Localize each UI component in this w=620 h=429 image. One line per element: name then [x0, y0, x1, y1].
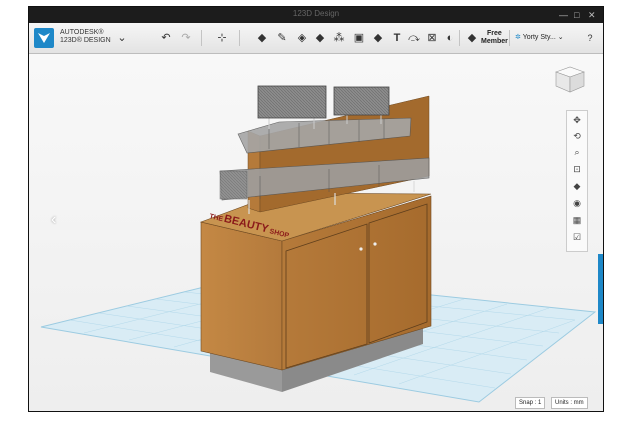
combine-icon[interactable]: ◆: [371, 31, 385, 45]
side-panel-tab[interactable]: [598, 254, 603, 324]
navigation-panel: ✥ ⟲ ⌕ ⊡ ◆ ◉ ▦ ☑: [566, 110, 588, 252]
chevron-down-icon[interactable]: ⌄: [115, 31, 129, 45]
app-logo-icon: [38, 33, 50, 43]
door-knob: [359, 247, 363, 251]
sketch-icon[interactable]: ✎: [275, 31, 289, 45]
scene-canvas[interactable]: THE BEAUTY SHOP: [29, 54, 603, 411]
material-icon[interactable]: ◐: [443, 31, 457, 45]
group-icon[interactable]: ▣: [352, 31, 366, 45]
brand-line2: 123D® DESIGN: [60, 37, 111, 44]
account-line2: Member: [481, 38, 508, 45]
mesh-panel-left[interactable]: [257, 85, 327, 119]
brand-line1: AUTODESK®: [60, 29, 104, 36]
view-mode-icon[interactable]: ◆: [567, 180, 587, 193]
material-view-icon[interactable]: ☑: [567, 231, 587, 244]
construct-icon[interactable]: ◈: [295, 31, 309, 45]
undo-icon[interactable]: ↶: [159, 31, 173, 45]
app-window: 123D Design — □ ✕ AUTODESK® 123D® DESIGN…: [28, 6, 604, 412]
chevron-down-icon: ⌄: [557, 34, 564, 41]
project-selector[interactable]: ✲ Yorty Sty... ⌄: [515, 31, 577, 45]
viewcube-icon[interactable]: [553, 64, 587, 94]
units-status[interactable]: Units : mm: [551, 397, 588, 409]
toolbar-separator: [201, 30, 202, 46]
pattern-icon[interactable]: ⁂: [332, 31, 346, 45]
3d-viewport[interactable]: THE BEAUTY SHOP ‹ ✥ ⟲ ⌕ ⊡ ◆ ◉ ▦ ☑ Snap:…: [29, 54, 603, 411]
mesh-panel-right[interactable]: [333, 86, 390, 116]
snap-status[interactable]: Snap : 1: [515, 397, 546, 409]
text-icon[interactable]: T: [390, 31, 404, 45]
app-menu-logo[interactable]: [34, 28, 54, 48]
title-bar: 123D Design — □ ✕: [29, 7, 603, 23]
orbit-icon[interactable]: ⟲: [567, 130, 587, 143]
help-button[interactable]: ?: [584, 31, 596, 45]
project-icon: ✲: [515, 34, 521, 41]
window-title: 123D Design: [292, 9, 340, 18]
visibility-icon[interactable]: ◉: [567, 197, 587, 210]
toolbar-separator: [459, 30, 460, 46]
project-name: Yorty Sty...: [522, 34, 556, 41]
snap-icon[interactable]: ⤼: [407, 31, 421, 45]
member-icon[interactable]: ◆: [465, 31, 479, 45]
primitives-icon[interactable]: ◆: [255, 31, 269, 45]
door-knob: [373, 242, 377, 246]
modify-icon[interactable]: ◆: [313, 31, 327, 45]
measure-icon[interactable]: ⊠: [425, 31, 439, 45]
brand-label: AUTODESK® 123D® DESIGN: [60, 29, 111, 45]
main-toolbar: AUTODESK® 123D® DESIGN ⌄ ↶ ↷ ⊹ ◆ ✎ ◈ ◆ ⁂…: [29, 23, 603, 54]
toolbar-separator: [239, 30, 240, 46]
maximize-icon[interactable]: □: [574, 10, 579, 20]
fit-icon[interactable]: ⊡: [567, 163, 587, 176]
account-line1: Free: [487, 30, 502, 37]
minimize-icon[interactable]: —: [559, 10, 568, 20]
previous-arrow-icon[interactable]: ‹: [51, 211, 56, 229]
redo-icon[interactable]: ↷: [179, 31, 193, 45]
pan-icon[interactable]: ✥: [567, 114, 587, 127]
close-icon[interactable]: ✕: [588, 10, 596, 20]
grid-icon[interactable]: ▦: [567, 214, 587, 227]
account-status[interactable]: Free Member: [481, 30, 508, 46]
toolbar-separator: [509, 30, 510, 46]
transform-icon[interactable]: ⊹: [215, 31, 229, 45]
zoom-icon[interactable]: ⌕: [567, 146, 587, 159]
